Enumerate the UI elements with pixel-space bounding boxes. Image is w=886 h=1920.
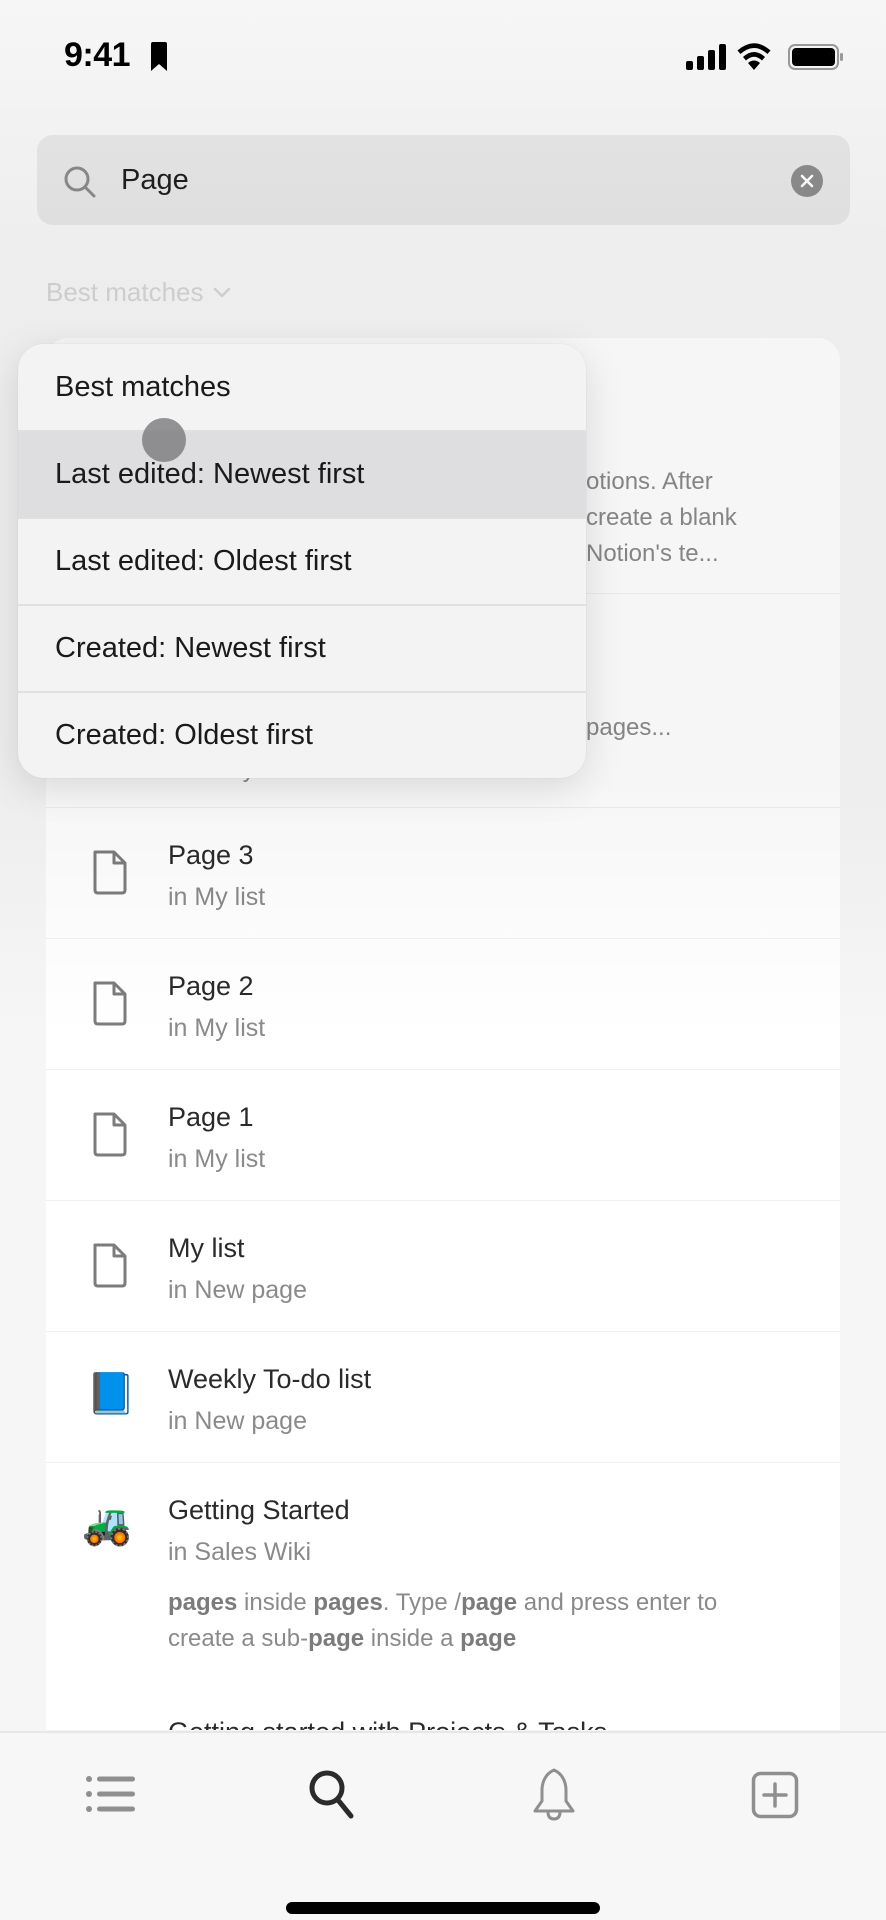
list-item[interactable]: Page 2 in My list bbox=[46, 939, 840, 1070]
tractor-icon: 🚜 bbox=[82, 1503, 132, 1547]
tab-home[interactable] bbox=[81, 1765, 141, 1825]
result-snippet: pages... bbox=[586, 714, 672, 741]
status-time: 9:41 bbox=[64, 36, 131, 74]
snippet-text: . Type / bbox=[382, 1589, 462, 1616]
search-icon bbox=[64, 166, 96, 198]
snippet-text: inside a bbox=[364, 1625, 461, 1652]
result-title: Page 2 bbox=[168, 971, 254, 1001]
snippet-text: inside bbox=[237, 1589, 314, 1616]
page-icon bbox=[93, 1112, 127, 1157]
result-parent: in My list bbox=[168, 1014, 266, 1042]
result-title: My list bbox=[168, 1233, 245, 1263]
snippet-match: page bbox=[461, 1589, 518, 1616]
sort-option-last-edited-newest[interactable]: Last edited: Newest first bbox=[18, 430, 586, 517]
new-page-icon bbox=[751, 1771, 799, 1819]
result-title: Weekly To-do list bbox=[168, 1364, 372, 1394]
wifi-icon bbox=[737, 43, 771, 70]
result-snippet: pages inside pages. Type /page and press… bbox=[168, 1585, 788, 1657]
result-parent: in New page bbox=[168, 1276, 307, 1304]
result-title: Page 3 bbox=[168, 840, 254, 870]
search-bar[interactable] bbox=[37, 135, 850, 225]
home-indicator[interactable] bbox=[286, 1902, 600, 1914]
battery-icon bbox=[788, 44, 843, 70]
snippet-match: pages bbox=[313, 1589, 383, 1616]
search-input[interactable] bbox=[121, 155, 741, 205]
sort-current-label: Best matches bbox=[46, 277, 204, 307]
status-bar: 9:41 bbox=[0, 0, 886, 110]
snippet-match: page bbox=[308, 1625, 365, 1652]
chevron-down-icon bbox=[213, 287, 230, 297]
tab-inbox[interactable] bbox=[524, 1765, 584, 1825]
blue-book-icon: 📘 bbox=[86, 1372, 136, 1416]
page-icon bbox=[93, 1243, 127, 1288]
page-icon bbox=[93, 981, 127, 1026]
result-title: Page 1 bbox=[168, 1102, 254, 1132]
result-parent: in My list bbox=[168, 883, 266, 911]
sort-menu: Best matches Last edited: Newest first L… bbox=[18, 344, 586, 778]
touch-indicator bbox=[142, 418, 186, 462]
list-item[interactable]: My list in New page bbox=[46, 1201, 840, 1332]
sort-option-created-oldest[interactable]: Created: Oldest first bbox=[18, 691, 586, 778]
snippet-match: pages bbox=[168, 1589, 238, 1616]
tab-search[interactable] bbox=[303, 1765, 363, 1825]
list-icon bbox=[86, 1776, 135, 1812]
result-parent: in My list bbox=[168, 1145, 266, 1173]
result-snippet: otions. After create a blank Notion's te… bbox=[586, 468, 737, 567]
list-item[interactable]: Page 1 in My list bbox=[46, 1070, 840, 1201]
close-icon bbox=[800, 174, 814, 188]
page-icon bbox=[93, 850, 127, 895]
result-title: Getting Started bbox=[168, 1495, 350, 1525]
snippet-match: page bbox=[460, 1625, 517, 1652]
list-item[interactable]: Page 3 in My list bbox=[46, 808, 840, 939]
result-parent: in New page bbox=[168, 1407, 307, 1435]
list-item[interactable]: Getting started with Projects & Tasks bbox=[46, 1699, 840, 1730]
bookmark-icon bbox=[151, 42, 167, 71]
sort-option-best-matches[interactable]: Best matches bbox=[18, 344, 586, 431]
result-parent: in Sales Wiki bbox=[168, 1538, 312, 1566]
clear-search-button[interactable] bbox=[791, 165, 823, 197]
tab-new-page[interactable] bbox=[745, 1765, 805, 1825]
list-item[interactable]: 📘 Weekly To-do list in New page bbox=[46, 1332, 840, 1463]
search-icon bbox=[309, 1770, 354, 1819]
sort-option-created-newest[interactable]: Created: Newest first bbox=[18, 604, 586, 691]
cellular-signal-icon bbox=[686, 44, 726, 70]
sort-option-last-edited-oldest[interactable]: Last edited: Oldest first bbox=[18, 517, 586, 604]
sort-dropdown-trigger[interactable]: Best matches bbox=[46, 277, 232, 308]
bell-icon bbox=[533, 1768, 575, 1821]
list-item[interactable]: 🚜 Getting Started in Sales Wiki pages in… bbox=[46, 1463, 840, 1699]
tab-bar bbox=[0, 1731, 886, 1920]
result-title: Getting started with Projects & Tasks bbox=[168, 1717, 607, 1730]
